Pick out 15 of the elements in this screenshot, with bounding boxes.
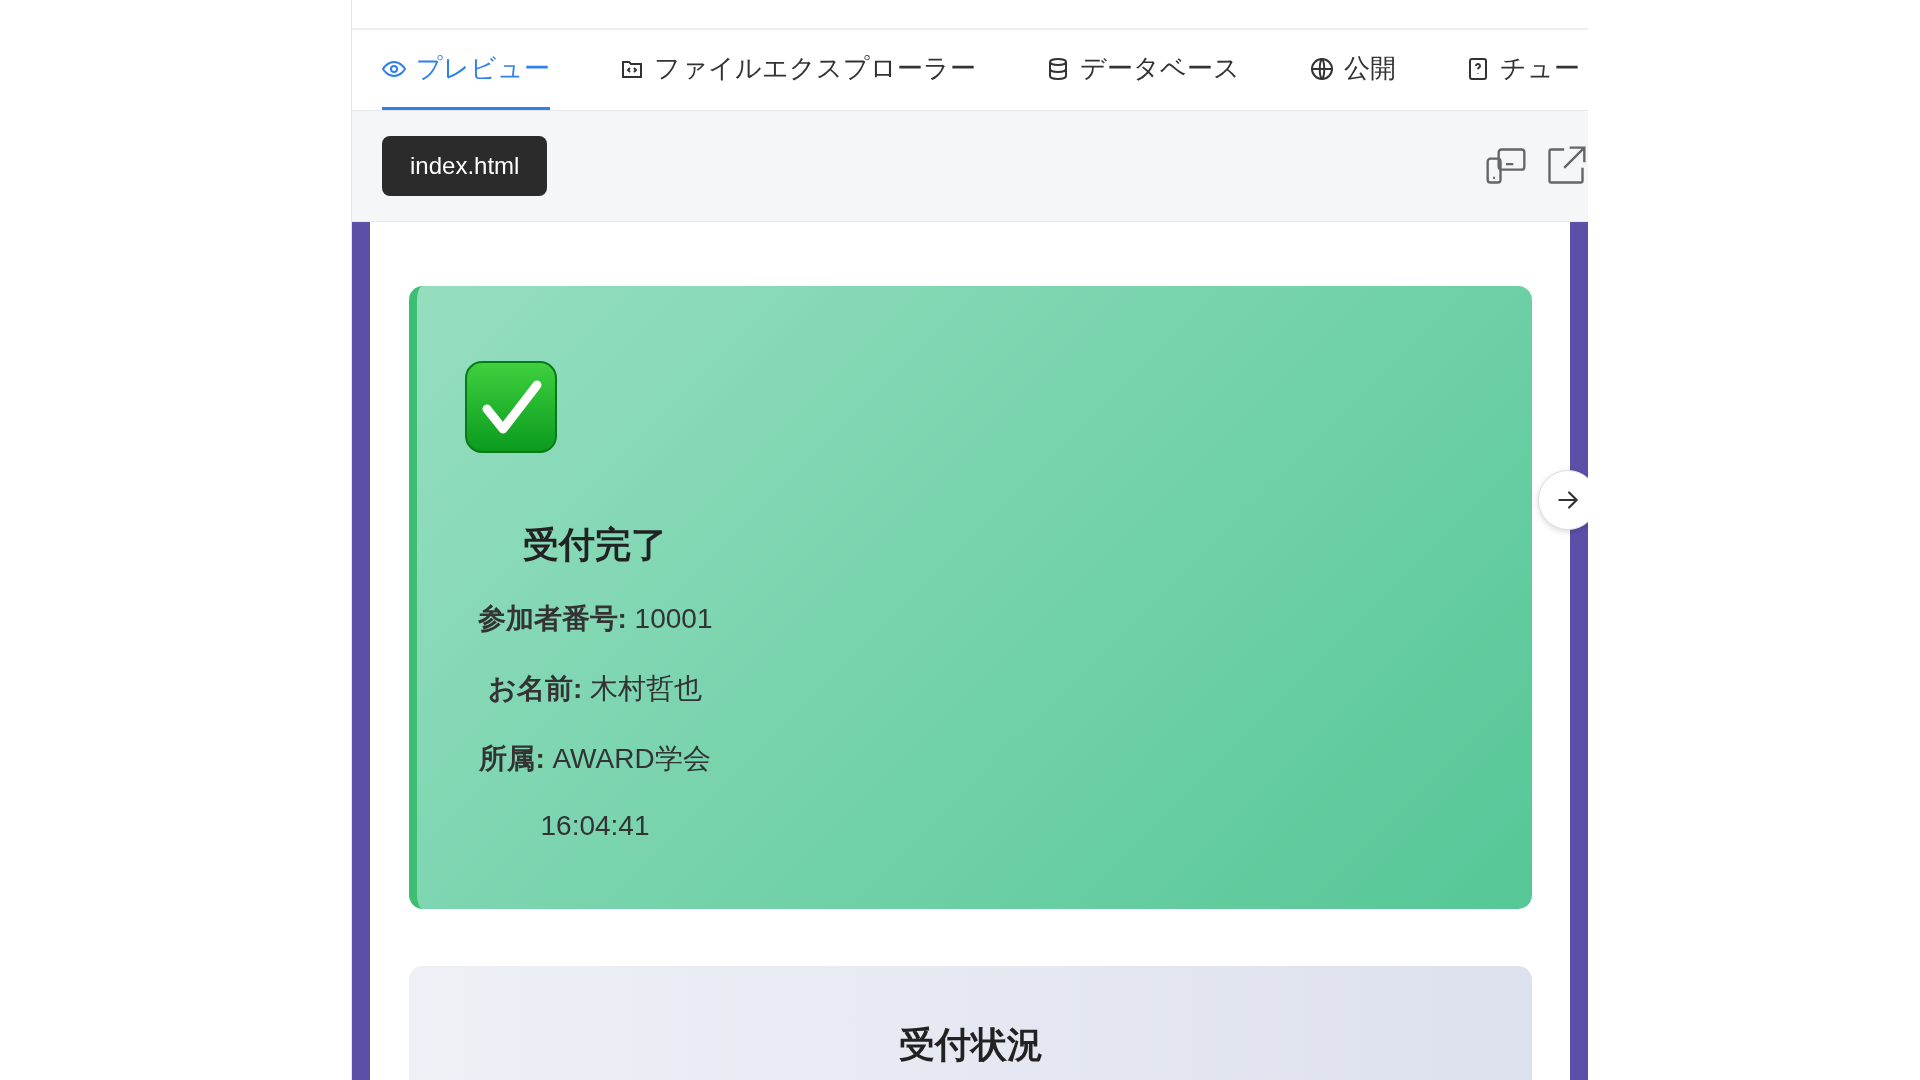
database-icon bbox=[1046, 56, 1070, 81]
tab[interactable]: チュー bbox=[1466, 30, 1580, 110]
checkmark-icon bbox=[465, 361, 557, 453]
info-line: 所属: AWARD学会 bbox=[479, 742, 711, 776]
tab[interactable]: 公開 bbox=[1310, 30, 1396, 110]
card-title: 受付状況 bbox=[898, 1023, 1043, 1067]
tab[interactable]: データベース bbox=[1046, 30, 1240, 110]
info-line: お名前: 木村哲也 bbox=[487, 672, 703, 706]
file-tab[interactable]: index.html bbox=[382, 136, 548, 196]
info-line: 16:04:41 bbox=[540, 810, 650, 842]
globe-icon bbox=[1310, 56, 1334, 81]
info-line: 参加者番号: 10001 bbox=[477, 602, 713, 636]
tab[interactable]: ファイルエクスプローラー bbox=[620, 30, 976, 110]
card-title: 受付完了 bbox=[523, 523, 667, 567]
help-icon bbox=[1466, 56, 1490, 81]
